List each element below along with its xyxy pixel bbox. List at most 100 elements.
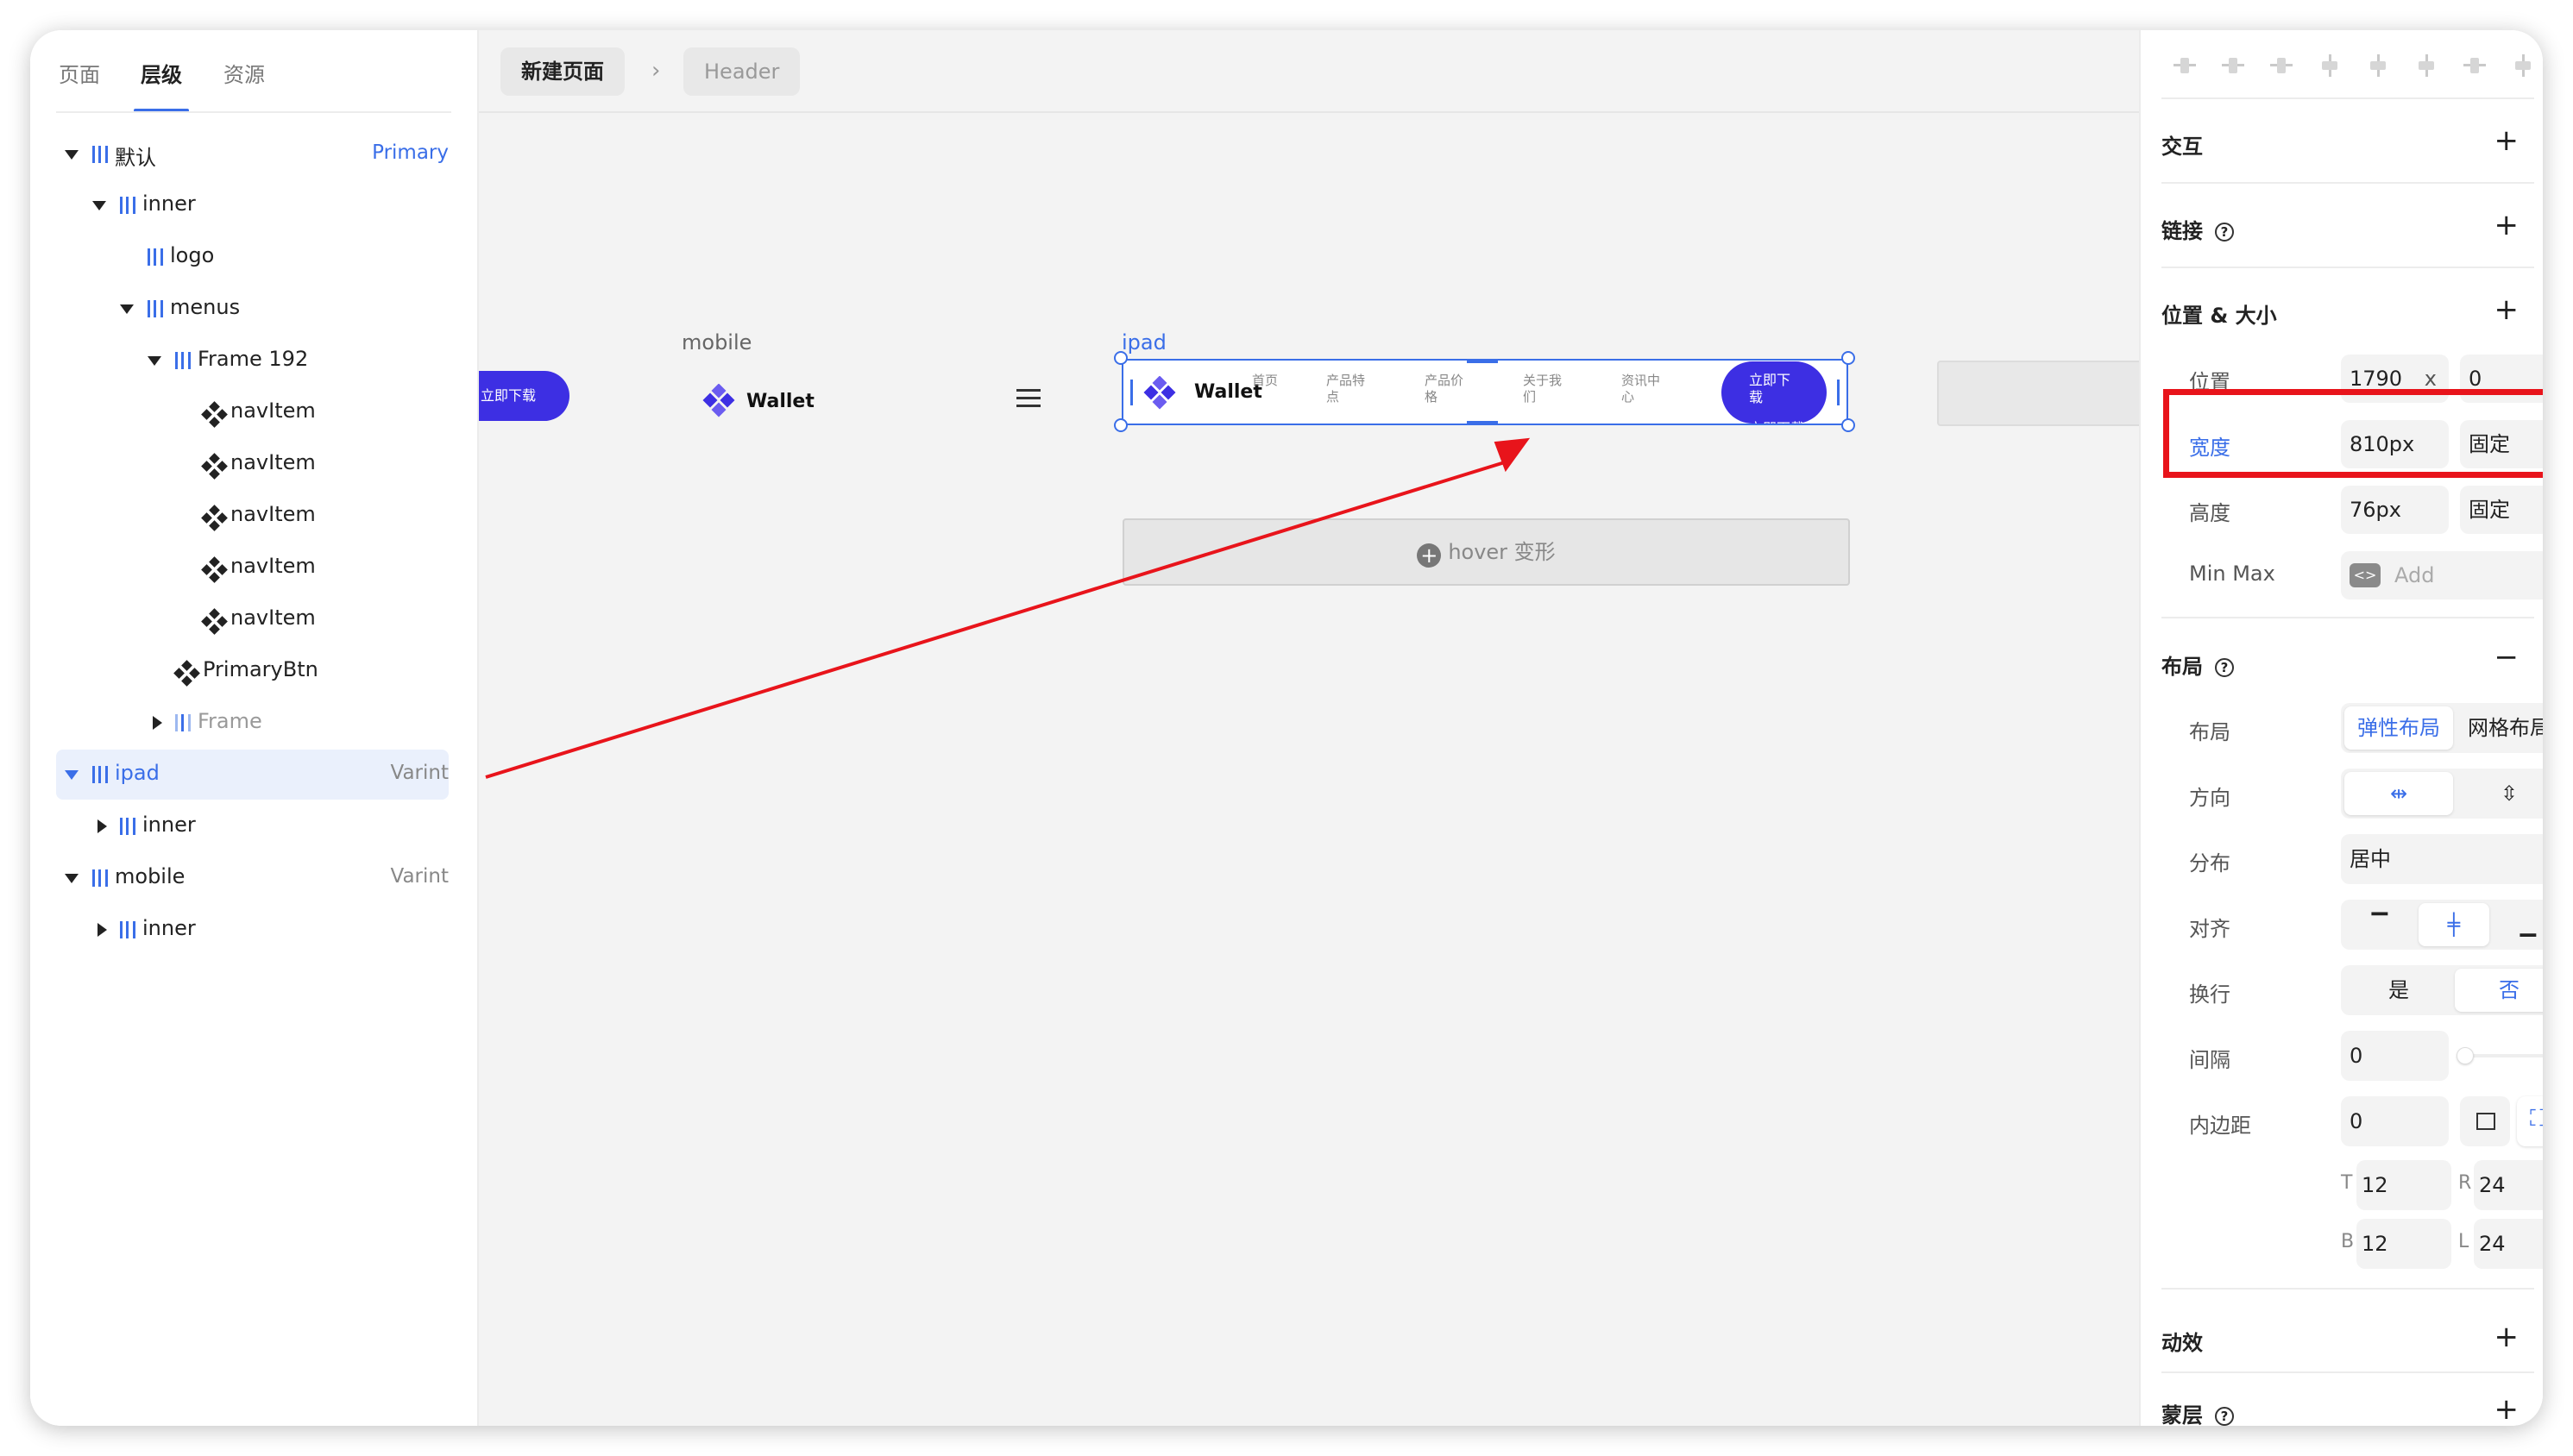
layer-row-default[interactable]: 默认 Primary <box>56 129 449 179</box>
layer-row-navitem[interactable]: navItem <box>56 387 449 437</box>
minmax-input[interactable]: <> Add <box>2341 551 2543 599</box>
variant-tag: Varint <box>390 865 449 888</box>
align-right-icon[interactable] <box>2270 54 2293 77</box>
chevron-down-icon: ⌄ <box>2540 832 2543 882</box>
expand-arrow-icon[interactable] <box>153 716 162 730</box>
collapse-arrow-icon[interactable] <box>92 201 106 210</box>
collapse-arrow-icon[interactable] <box>148 356 161 366</box>
layout-type-label: 布局 <box>2189 720 2230 744</box>
collapse-layout-icon[interactable]: − <box>2494 643 2520 672</box>
distribute-h-icon[interactable] <box>2463 54 2486 77</box>
add-position-icon[interactable]: + <box>2494 295 2520 324</box>
layout-type-segmented[interactable]: 弹性布局 网格布局 <box>2341 703 2543 753</box>
wrap-no-option[interactable]: 否 <box>2455 969 2543 1012</box>
component-icon <box>173 660 200 687</box>
distribute-value: 居中 <box>2350 847 2391 871</box>
height-value: 76px <box>2350 498 2401 522</box>
layer-row-menus[interactable]: menus <box>56 284 449 334</box>
frame-icon <box>175 352 191 369</box>
layer-row-mobile[interactable]: mobile Varint <box>56 853 449 903</box>
layer-row-navitem[interactable]: navItem <box>56 491 449 541</box>
direction-segmented[interactable]: ⇹ ⇳ <box>2341 769 2543 819</box>
layer-row-navitem[interactable]: navItem <box>56 543 449 593</box>
distribute-select[interactable]: 居中 ⌄ <box>2341 834 2543 884</box>
tab-layers[interactable]: 层级 <box>141 58 182 88</box>
layer-label: menus <box>170 295 241 319</box>
height-input[interactable]: 76px <box>2341 486 2449 534</box>
add-animation-icon[interactable]: + <box>2494 1322 2520 1352</box>
section-layout-label: 布局 <box>2161 655 2203 679</box>
add-mask-icon[interactable]: + <box>2494 1395 2520 1424</box>
collapse-arrow-icon[interactable] <box>65 874 79 883</box>
help-icon[interactable]: ? <box>2215 1407 2234 1426</box>
divider <box>2161 182 2534 184</box>
pad-right-input[interactable]: 24 <box>2474 1160 2543 1210</box>
design-canvas[interactable]: 新建页面 › Header mobile 立即下载 Wallet ipad Wa… <box>479 30 2139 1426</box>
align-center-icon[interactable]: ╪ <box>2419 903 2489 946</box>
component-icon <box>201 453 228 480</box>
align-left-icon[interactable] <box>2174 54 2196 77</box>
gap-label: 间隔 <box>2189 1048 2230 1072</box>
layer-row-ipad[interactable]: ipad Varint <box>56 750 449 800</box>
direction-horizontal-icon[interactable]: ⇹ <box>2344 772 2453 815</box>
padding-uniform-button[interactable] <box>2460 1096 2510 1146</box>
align-middle-icon[interactable] <box>2367 54 2389 77</box>
direction-vertical-icon[interactable]: ⇳ <box>2455 772 2543 815</box>
layer-label: Frame 192 <box>198 347 309 371</box>
expand-corners-icon: ⛶ <box>2530 1095 2543 1143</box>
layer-row-logo[interactable]: logo <box>56 232 449 282</box>
layer-row-primarybtn[interactable]: PrimaryBtn <box>56 646 449 696</box>
layer-row-frame[interactable]: Frame <box>56 698 449 748</box>
align-bottom-icon[interactable] <box>2415 54 2438 77</box>
section-mask: 蒙层? <box>2161 1398 2234 1426</box>
wrap-label: 换行 <box>2189 982 2230 1007</box>
gap-slider[interactable] <box>2457 1047 2543 1064</box>
tab-pages[interactable]: 页面 <box>59 58 100 88</box>
wrap-segmented[interactable]: 是 否 <box>2341 965 2543 1015</box>
align-top-icon[interactable] <box>2318 54 2341 77</box>
distribute-v-icon[interactable] <box>2512 54 2534 77</box>
padding-individual-button[interactable]: ⛶ <box>2517 1096 2543 1146</box>
align-start-icon[interactable]: ▔ <box>2344 903 2415 946</box>
pad-bottom-input[interactable]: 12 <box>2356 1219 2451 1269</box>
collapse-arrow-icon[interactable] <box>65 150 79 160</box>
flex-layout-option[interactable]: 弹性布局 <box>2344 706 2453 750</box>
pad-left-input[interactable]: 24 <box>2474 1219 2543 1269</box>
align-center-h-icon[interactable] <box>2222 54 2244 77</box>
padding-input[interactable]: 0 <box>2341 1096 2449 1146</box>
layer-label: navItem <box>230 554 316 578</box>
section-link: 链接? <box>2161 214 2234 244</box>
add-link-icon[interactable]: + <box>2494 210 2520 240</box>
grid-layout-option[interactable]: 网格布局 <box>2455 706 2543 750</box>
layer-row-inner[interactable]: inner <box>56 180 449 230</box>
height-mode-select[interactable]: 固定 ⌄ <box>2460 486 2543 534</box>
pad-top-input[interactable]: 12 <box>2356 1160 2451 1210</box>
tab-assets[interactable]: 资源 <box>223 58 265 88</box>
layer-label: navItem <box>230 606 316 630</box>
expand-arrow-icon[interactable] <box>98 923 107 937</box>
expand-arrow-icon[interactable] <box>98 819 107 833</box>
layer-label: ipad <box>115 761 160 785</box>
component-icon <box>201 505 228 531</box>
annotation-arrow <box>485 437 1531 779</box>
help-icon[interactable]: ? <box>2215 658 2234 677</box>
collapse-arrow-icon[interactable] <box>65 770 79 780</box>
gap-input[interactable]: 0 <box>2341 1031 2449 1081</box>
divider <box>2161 97 2534 99</box>
divider <box>2161 267 2534 268</box>
layer-label: navItem <box>230 450 316 474</box>
app-window: 页面 层级 资源 默认 Primary inner logo menus Fra… <box>30 30 2543 1426</box>
collapse-arrow-icon[interactable] <box>120 304 134 314</box>
add-interaction-icon[interactable]: + <box>2494 126 2520 155</box>
gap-slider-thumb[interactable] <box>2457 1047 2474 1064</box>
align-segmented[interactable]: ▔ ╪ ▁ <box>2341 900 2543 950</box>
layer-row-inner[interactable]: inner <box>56 801 449 851</box>
help-icon[interactable]: ? <box>2215 223 2234 242</box>
padding-label: 内边距 <box>2189 1114 2251 1138</box>
layer-row-inner[interactable]: inner <box>56 905 449 955</box>
layer-row-navitem[interactable]: navItem <box>56 439 449 489</box>
layer-row-navitem[interactable]: navItem <box>56 594 449 644</box>
align-end-icon[interactable]: ▁ <box>2493 903 2543 946</box>
wrap-yes-option[interactable]: 是 <box>2344 969 2453 1012</box>
layer-row-frame-192[interactable]: Frame 192 <box>56 336 449 386</box>
